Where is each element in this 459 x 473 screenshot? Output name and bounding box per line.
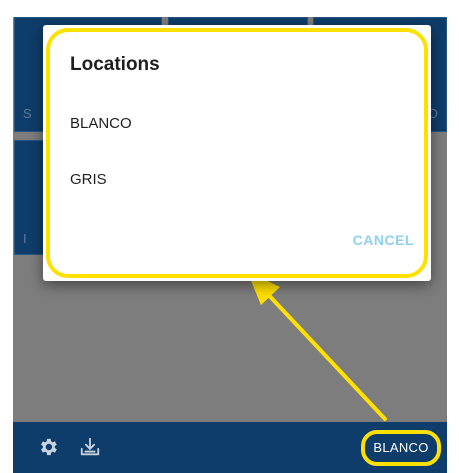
cancel-button[interactable]: CANCEL (353, 232, 414, 248)
location-button[interactable]: BLANCO (361, 430, 441, 466)
download-tray-icon[interactable] (79, 436, 101, 458)
dialog-title: Locations (70, 54, 160, 75)
locations-dialog: Locations BLANCO GRIS CANCEL (43, 25, 431, 281)
location-option-blanco[interactable]: BLANCO (70, 115, 132, 132)
gear-icon[interactable] (37, 436, 59, 458)
location-option-gris[interactable]: GRIS (70, 171, 107, 188)
tile-hint: S (23, 106, 32, 121)
tile-hint: I (23, 231, 27, 246)
app-screen: S O I BLANCO Locations BLANCO GRIS CANCE… (13, 17, 447, 473)
bottom-bar: BLANCO (13, 422, 447, 473)
